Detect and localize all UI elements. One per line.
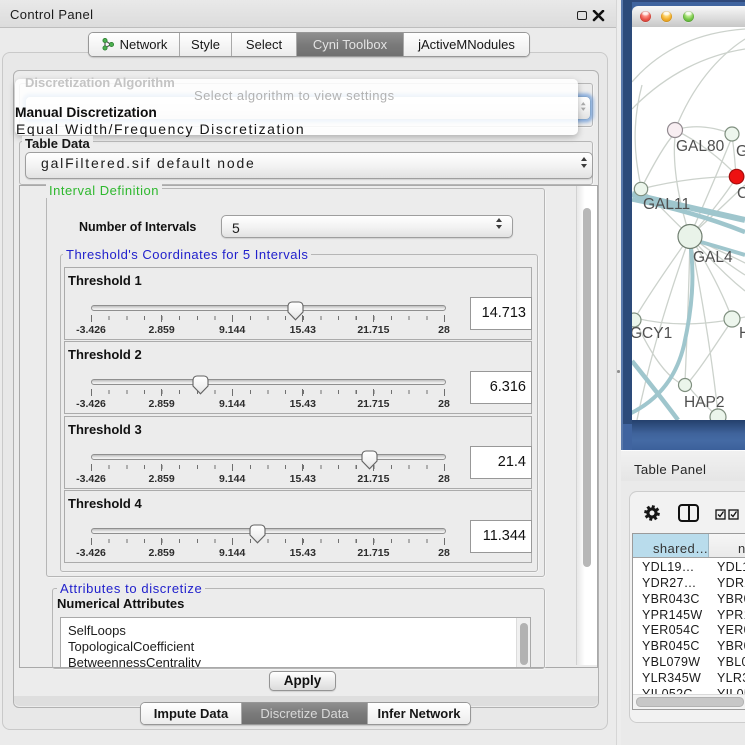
svg-text:GA: GA (736, 143, 745, 160)
svg-text:GAL11: GAL11 (643, 196, 690, 213)
svg-text:GAL80: GAL80 (676, 138, 725, 155)
svg-text:H: H (739, 325, 745, 342)
svg-text:HAP2: HAP2 (684, 394, 725, 411)
svg-text:GAL4: GAL4 (693, 249, 733, 266)
svg-text:C: C (737, 185, 745, 202)
svg-text:GCY1: GCY1 (632, 325, 672, 342)
